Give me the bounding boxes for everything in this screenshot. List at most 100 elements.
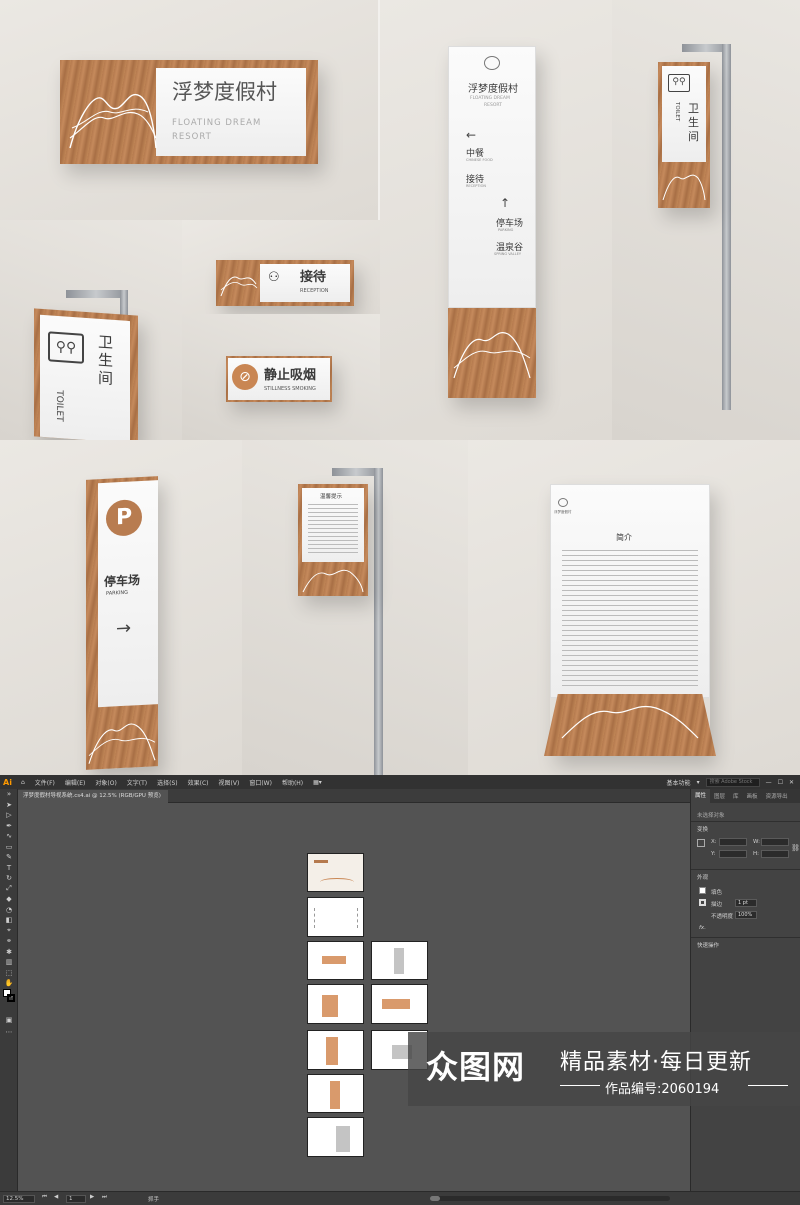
directory-item-en: PARKING	[498, 228, 514, 232]
artboard-canvas[interactable]	[19, 804, 689, 1191]
next-page-icon[interactable]: ▶	[90, 1194, 94, 1200]
curvature-tool-icon[interactable]: ∿	[0, 831, 18, 842]
h-field[interactable]	[761, 850, 789, 858]
artboard-number-field[interactable]: 1	[66, 1195, 86, 1203]
rotate-tool-icon[interactable]: ↻	[0, 873, 18, 884]
menu-effect[interactable]: 效果(C)	[183, 778, 214, 787]
menu-type[interactable]: 文字(T)	[122, 778, 152, 787]
arrange-documents-icon[interactable]: ▦▾	[308, 779, 327, 786]
tab-asset-export[interactable]: 资源导出	[762, 792, 792, 800]
workspace-chevron-icon[interactable]: ▾	[697, 779, 700, 786]
zoom-level-field[interactable]: 12.5%	[3, 1195, 35, 1203]
gradient-tool-icon[interactable]: ◧	[0, 915, 18, 926]
artboard-thumbnail[interactable]	[307, 853, 364, 892]
document-tab[interactable]: 浮梦度假村导视系统.cs4.ai @ 12.5% (RGB/GPU 预览)	[18, 790, 168, 803]
w-field[interactable]	[761, 838, 789, 846]
directory-brand-en-1: FLOATING DREAM	[470, 96, 510, 101]
fx-button[interactable]: fx.	[699, 925, 706, 931]
selection-tool-icon[interactable]: ➤	[0, 800, 18, 811]
scrollbar-thumb[interactable]	[430, 1196, 440, 1201]
intro-title: 简介	[616, 533, 632, 542]
reference-point-icon[interactable]	[697, 839, 705, 847]
type-tool-icon[interactable]: T	[0, 863, 18, 874]
artboard-thumbnail[interactable]	[307, 941, 364, 980]
tab-layers[interactable]: 图层	[710, 792, 729, 800]
menu-window[interactable]: 窗口(W)	[244, 778, 277, 787]
symbol-tool-icon[interactable]: ✱	[0, 947, 18, 958]
notice-body-lines	[308, 504, 358, 554]
menu-help[interactable]: 帮助(H)	[277, 778, 308, 787]
toilet-right-people-icon: ⚲⚲	[668, 74, 690, 92]
artboard-thumbnail[interactable]	[307, 1074, 364, 1113]
menu-file[interactable]: 文件(F)	[30, 778, 60, 787]
eyedropper-tool-icon[interactable]: ⌖	[0, 926, 18, 937]
minimize-icon[interactable]: —	[766, 779, 772, 786]
artboard-thumbnail[interactable]	[307, 984, 364, 1024]
prev-page-icon[interactable]: ◀	[54, 1194, 58, 1200]
toilet-people-icon: ⚲⚲	[48, 331, 84, 364]
tab-libraries[interactable]: 库	[729, 792, 743, 800]
directory-mountain-icon	[453, 332, 531, 379]
menu-edit[interactable]: 编辑(E)	[60, 778, 90, 787]
toilet-right-board: ⚲⚲ 卫生间 TOILET	[658, 62, 710, 208]
scale-tool-icon[interactable]: ⤢	[0, 884, 18, 895]
panel-tabs: 属性 图层 库 画板 资源导出	[691, 789, 800, 803]
main-sign-board: 浮梦度假村 FLOATING DREAM RESORT	[60, 60, 318, 164]
edit-toolbar-icon[interactable]: ⋯	[0, 1027, 18, 1038]
eraser-tool-icon[interactable]: ◆	[0, 894, 18, 905]
menu-object[interactable]: 对象(O)	[90, 778, 121, 787]
notice-board: 温馨提示	[298, 484, 368, 596]
constrain-proportions-icon[interactable]: ⛓	[791, 844, 800, 852]
rectangle-tool-icon[interactable]: ▭	[0, 842, 18, 853]
maximize-icon[interactable]: ☐	[778, 779, 783, 786]
artboard-thumbnail[interactable]	[371, 941, 428, 980]
artboard-sign-mark	[330, 1081, 340, 1109]
screen-mode-icon[interactable]: ▣	[0, 1015, 18, 1026]
opacity-field[interactable]: 100%	[735, 911, 757, 919]
quick-actions-label: 快速操作	[697, 943, 720, 949]
artboard-sign-mark	[322, 995, 338, 1017]
directory-totem: 浮梦度假村 FLOATING DREAM RESORT ← 中餐 CHINESE…	[448, 46, 536, 398]
mockup-parking-panel: P 停车场 PARKING →	[0, 440, 242, 775]
home-icon[interactable]: ⌂	[16, 779, 30, 786]
paintbrush-tool-icon[interactable]: ✎	[0, 852, 18, 863]
x-field[interactable]	[719, 838, 747, 846]
artboard-tool-icon[interactable]: ⬚	[0, 968, 18, 979]
tab-artboards[interactable]: 画板	[743, 792, 762, 800]
workspace-switcher[interactable]: 基本功能	[667, 778, 691, 787]
collapse-icon[interactable]: »	[0, 789, 18, 800]
opacity-label: 不透明度	[711, 914, 734, 920]
graph-tool-icon[interactable]: ▥	[0, 957, 18, 968]
mockup-main-sign-panel: 浮梦度假村 FLOATING DREAM RESORT	[0, 0, 378, 220]
toilet-left-label-cn: 卫生间	[98, 332, 114, 388]
first-page-icon[interactable]: ⏮	[42, 1194, 47, 1201]
no-smoking-label-en: STILLNESS SMOKING	[264, 386, 316, 392]
last-page-icon[interactable]: ⏭	[102, 1194, 107, 1201]
artboard-thumbnail[interactable]	[307, 1117, 364, 1157]
stock-search-input[interactable]: 搜索 Adobe Stock	[705, 777, 760, 787]
stroke-weight-field[interactable]: 1 pt	[735, 899, 757, 907]
tab-properties[interactable]: 属性	[691, 789, 711, 803]
shape-builder-tool-icon[interactable]: ◔	[0, 905, 18, 916]
stroke-color-swatch[interactable]	[699, 899, 706, 906]
artboard-thumbnail[interactable]	[307, 897, 364, 937]
horizontal-scrollbar[interactable]	[430, 1196, 670, 1201]
close-icon[interactable]: ✕	[789, 779, 794, 786]
hand-tool-icon[interactable]: ✋	[0, 978, 18, 989]
stroke-swatch[interactable]	[7, 994, 15, 1002]
artboard-thumbnail[interactable]	[307, 1030, 364, 1070]
artboard-sign-mark	[322, 956, 346, 964]
appearance-label: 外观	[697, 875, 709, 881]
menu-select[interactable]: 选择(S)	[152, 778, 183, 787]
notice-post-vertical	[374, 468, 383, 775]
menu-bar: Ai ⌂ 文件(F) 编辑(E) 对象(O) 文字(T) 选择(S) 效果(C)…	[0, 775, 800, 789]
pen-tool-icon[interactable]: ✒	[0, 821, 18, 832]
mockup-toilet-left-panel: ⚲⚲ 卫生间 TOILET	[0, 220, 182, 440]
y-field[interactable]	[719, 850, 747, 858]
fill-color-swatch[interactable]	[699, 887, 706, 894]
menu-view[interactable]: 视图(V)	[214, 778, 245, 787]
blend-tool-icon[interactable]: ⚭	[0, 936, 18, 947]
notice-mountain-icon	[302, 569, 364, 593]
direct-selection-tool-icon[interactable]: ▷	[0, 810, 18, 821]
artboard-thumbnail[interactable]	[371, 984, 428, 1024]
